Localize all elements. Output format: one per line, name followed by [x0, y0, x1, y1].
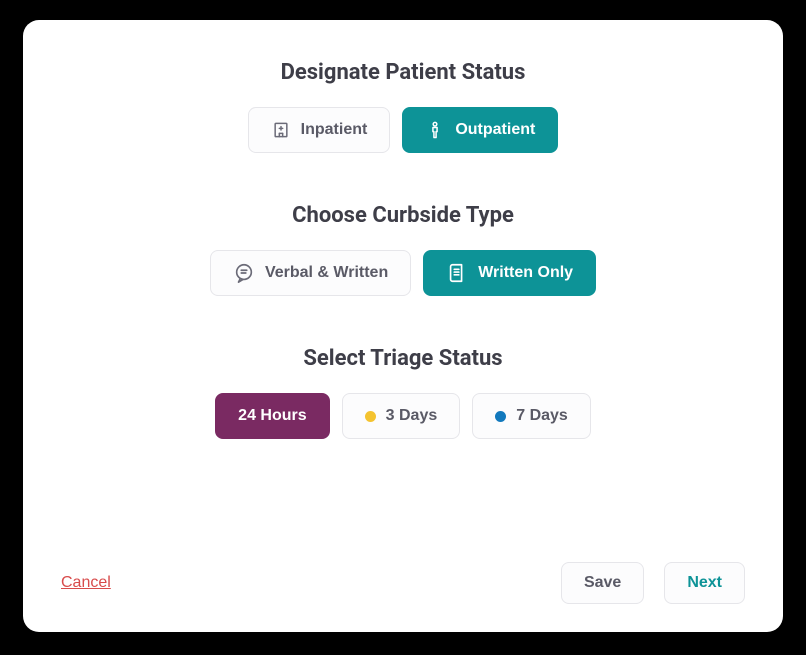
dialog-card: Designate Patient Status Inpatient	[23, 20, 783, 632]
person-icon	[425, 120, 445, 140]
patient-status-title: Designate Patient Status	[53, 60, 753, 85]
triage-3days-option[interactable]: 3 Days	[342, 393, 461, 439]
cancel-button[interactable]: Cancel	[61, 574, 111, 592]
verbal-written-option[interactable]: Verbal & Written	[210, 250, 411, 296]
save-button[interactable]: Save	[561, 562, 644, 604]
next-button[interactable]: Next	[664, 562, 745, 604]
chat-icon	[233, 262, 255, 284]
curbside-type-title: Choose Curbside Type	[53, 203, 753, 228]
dialog-footer: Cancel Save Next	[61, 562, 745, 604]
triage-status-title: Select Triage Status	[53, 346, 753, 371]
outpatient-label: Outpatient	[455, 121, 535, 139]
patient-status-section: Designate Patient Status Inpatient	[53, 60, 753, 153]
written-only-option[interactable]: Written Only	[423, 250, 596, 296]
inpatient-option[interactable]: Inpatient	[248, 107, 391, 153]
triage-status-options: 24 Hours 3 Days 7 Days	[53, 393, 753, 439]
patient-status-options: Inpatient Outpatient	[53, 107, 753, 153]
curbside-type-section: Choose Curbside Type Verbal & Written	[53, 203, 753, 296]
hospital-icon	[271, 120, 291, 140]
written-only-label: Written Only	[478, 264, 573, 282]
outpatient-option[interactable]: Outpatient	[402, 107, 558, 153]
inpatient-label: Inpatient	[301, 121, 368, 139]
triage-24hours-option[interactable]: 24 Hours	[215, 393, 329, 439]
triage-7days-option[interactable]: 7 Days	[472, 393, 591, 439]
document-icon	[446, 262, 468, 284]
triage-status-section: Select Triage Status 24 Hours 3 Days 7 D…	[53, 346, 753, 439]
yellow-dot-icon	[365, 411, 376, 422]
triage-24hours-label: 24 Hours	[238, 407, 306, 425]
footer-right: Save Next	[561, 562, 745, 604]
triage-7days-label: 7 Days	[516, 407, 568, 425]
blue-dot-icon	[495, 411, 506, 422]
triage-3days-label: 3 Days	[386, 407, 438, 425]
verbal-written-label: Verbal & Written	[265, 264, 388, 282]
curbside-type-options: Verbal & Written Written Only	[53, 250, 753, 296]
